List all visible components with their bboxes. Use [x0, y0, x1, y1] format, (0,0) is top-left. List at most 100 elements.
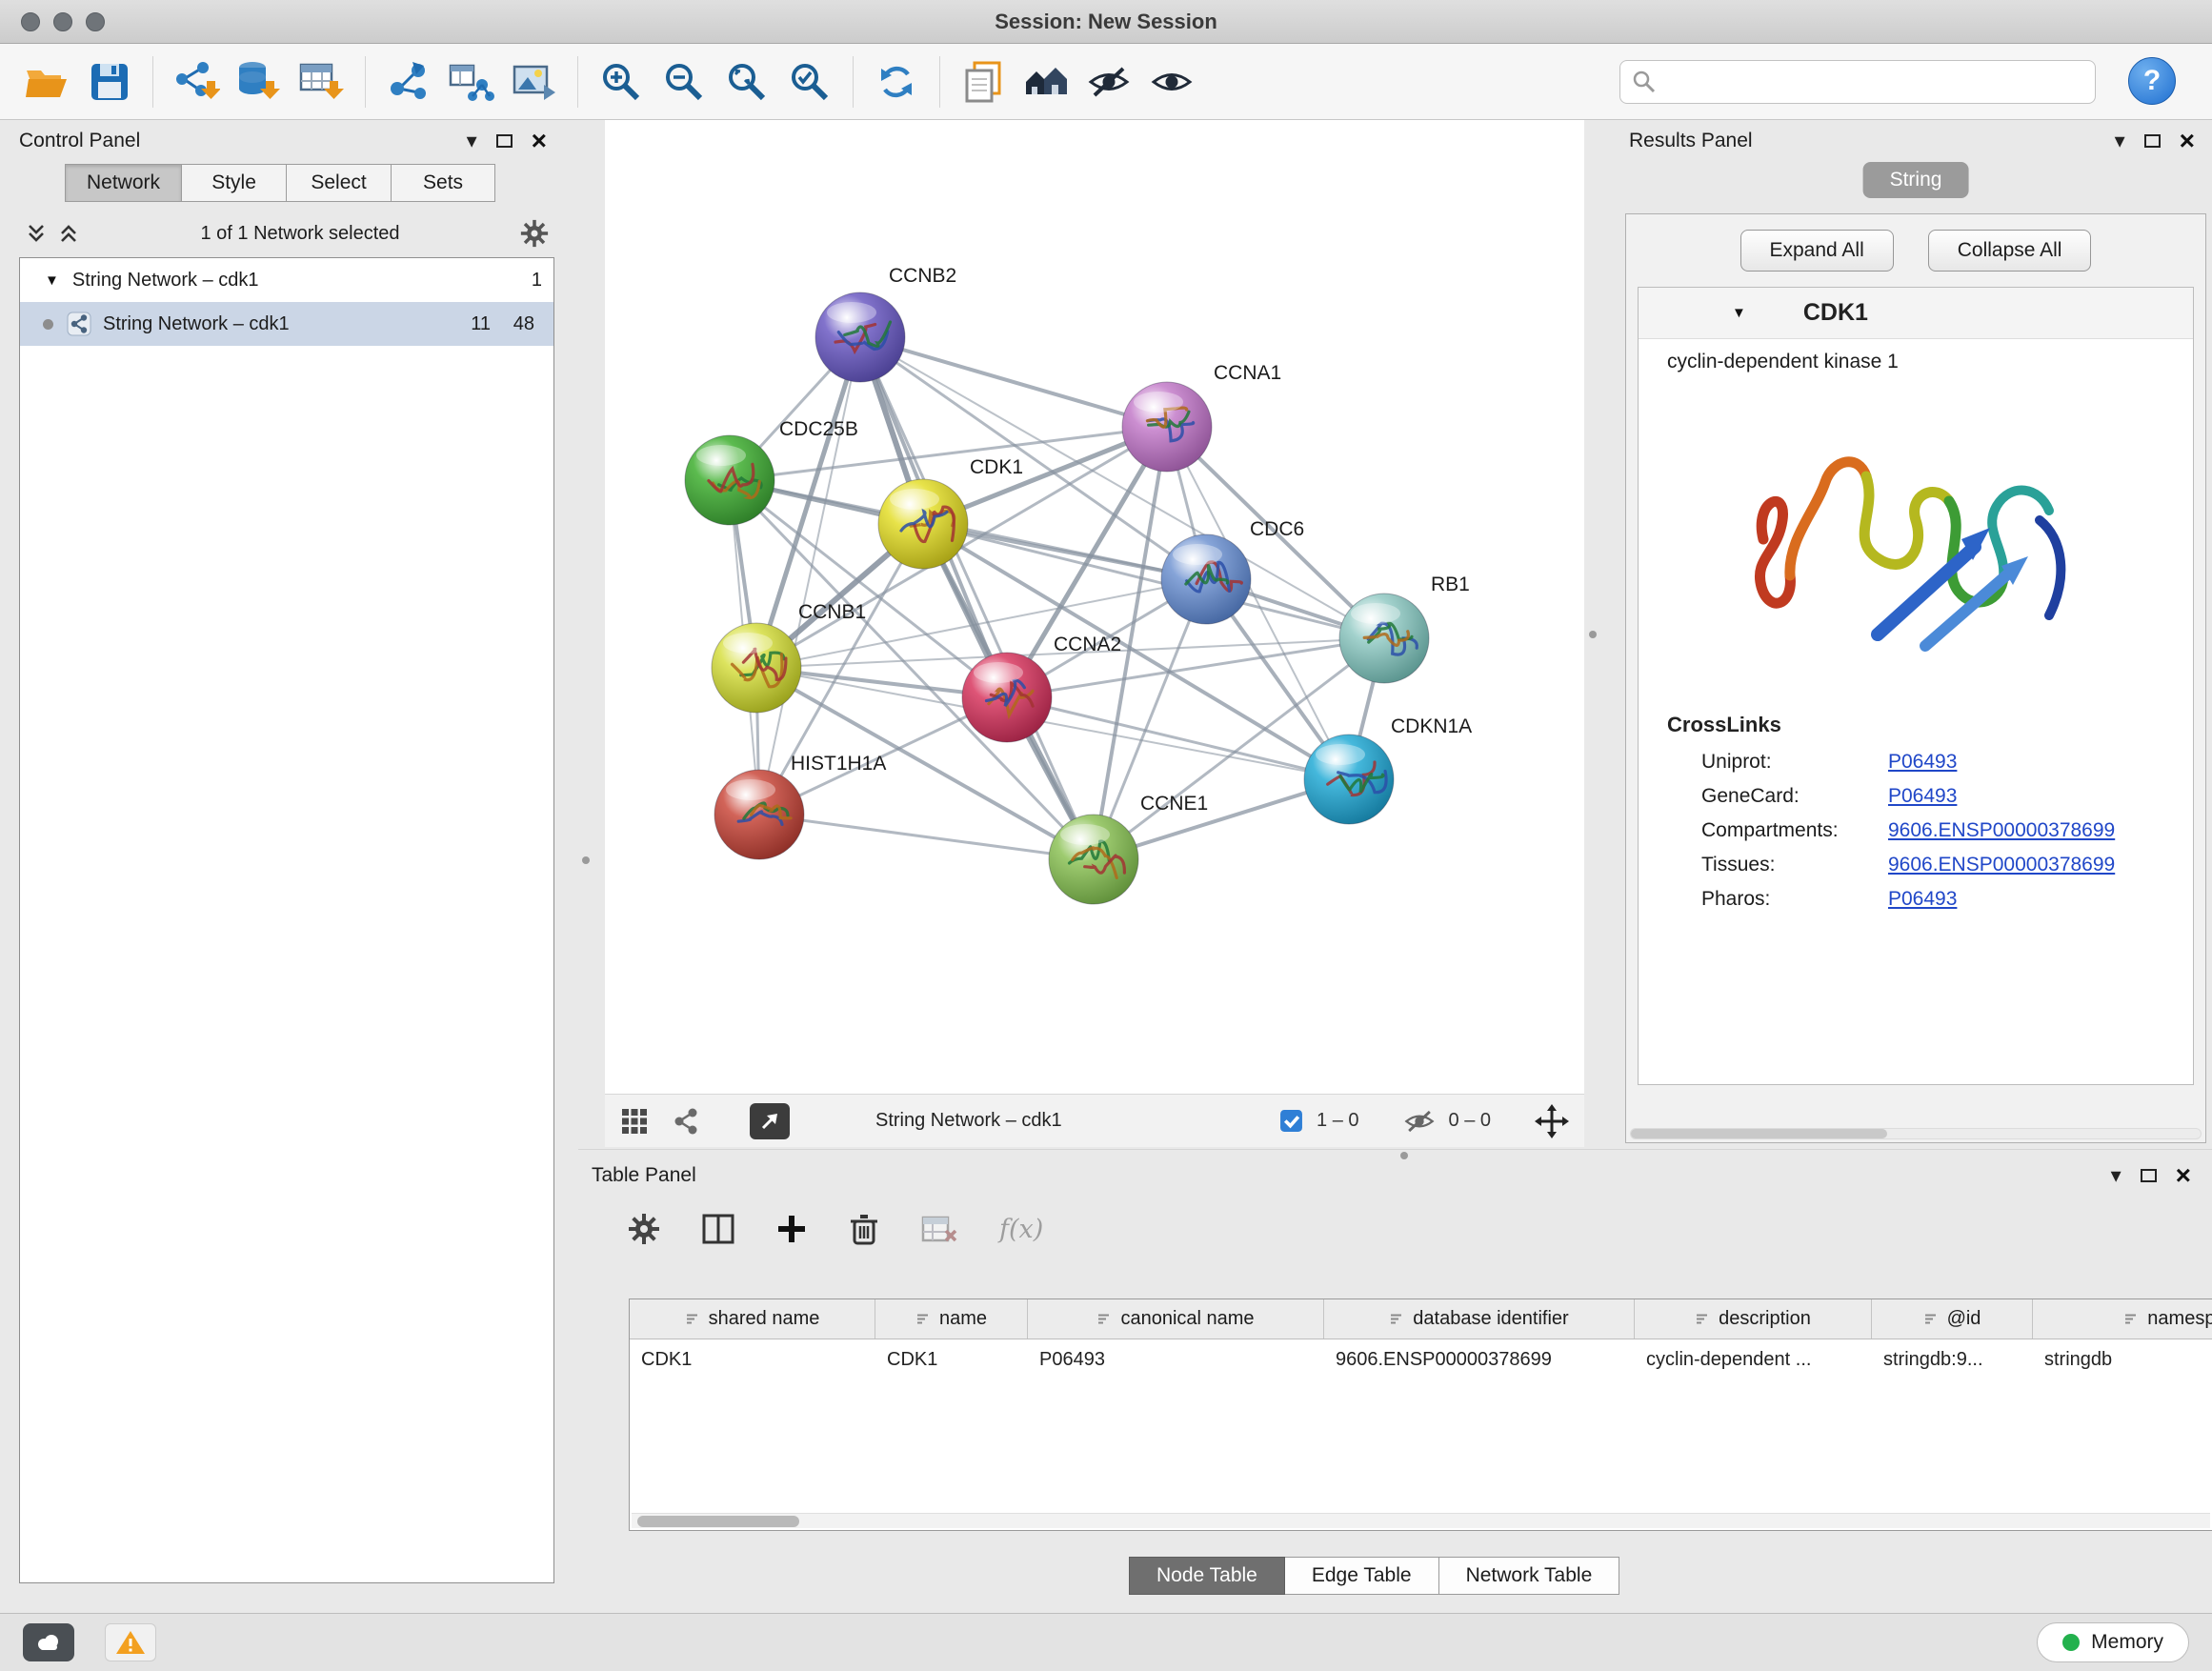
- network-view-icon[interactable]: [672, 1107, 700, 1136]
- columns-icon[interactable]: [702, 1214, 734, 1244]
- edge-CCNB2-HIST1H1A[interactable]: [759, 337, 860, 815]
- tree-expand-icon[interactable]: ▼: [45, 272, 59, 289]
- network-collection-row[interactable]: ▼ String Network – cdk1 1: [20, 258, 553, 302]
- chevron-down-icon[interactable]: ▾: [2115, 131, 2125, 151]
- node-CCNB1[interactable]: [712, 623, 801, 713]
- results-horizontal-scrollbar[interactable]: [1630, 1128, 2202, 1139]
- zoom-window-button[interactable]: [86, 12, 105, 31]
- hide-selected-eye-slash-icon[interactable]: [1082, 54, 1136, 110]
- close-panel-icon[interactable]: ×: [2180, 128, 2195, 154]
- node-CDKN1A[interactable]: [1304, 735, 1394, 824]
- import-network-file-icon[interactable]: [170, 54, 223, 110]
- help-button[interactable]: ?: [2128, 57, 2176, 105]
- column-header-description[interactable]: description: [1635, 1299, 1872, 1339]
- node-CDC25B[interactable]: [685, 435, 774, 525]
- search-box[interactable]: [1619, 60, 2096, 104]
- splitter-handle[interactable]: [1400, 1152, 1408, 1159]
- column-header-shared-name[interactable]: shared name: [630, 1299, 875, 1339]
- collapse-all-button[interactable]: Collapse All: [1928, 230, 2092, 272]
- edge-HIST1H1A-CCNE1[interactable]: [759, 815, 1094, 859]
- scrollbar-thumb[interactable]: [637, 1516, 799, 1527]
- search-input[interactable]: [1664, 71, 2083, 93]
- table-cell[interactable]: cyclin-dependent ...: [1635, 1339, 1872, 1379]
- network-graph[interactable]: CCNB2CCNA1CDC25BCDK1CDC6RB1CCNB1CCNA2CDK…: [605, 120, 1584, 1094]
- warning-button[interactable]: [105, 1623, 156, 1661]
- delete-table-icon[interactable]: [921, 1214, 957, 1244]
- import-network-database-icon[interactable]: [232, 54, 286, 110]
- crosslink-value-link[interactable]: P06493: [1888, 751, 1957, 774]
- tab-string[interactable]: String: [1863, 162, 1969, 198]
- close-panel-icon[interactable]: ×: [2176, 1162, 2191, 1189]
- close-panel-icon[interactable]: ×: [532, 128, 547, 154]
- network-row-selected[interactable]: String Network – cdk1 11 48: [20, 302, 553, 346]
- tab-network-table[interactable]: Network Table: [1439, 1557, 1620, 1595]
- export-image-icon[interactable]: [508, 54, 561, 110]
- hidden-eye-slash-icon[interactable]: [1403, 1109, 1436, 1134]
- show-all-eye-icon[interactable]: [1145, 54, 1198, 110]
- gene-card-header[interactable]: ▼ CDK1: [1639, 288, 2193, 339]
- node-CCNE1[interactable]: [1049, 815, 1138, 904]
- chevron-down-icon[interactable]: ▾: [467, 131, 477, 151]
- zoom-selected-icon[interactable]: [783, 54, 836, 110]
- import-table-file-icon[interactable]: [295, 54, 349, 110]
- splitter-handle[interactable]: [1589, 631, 1597, 638]
- column-header-@id[interactable]: @id: [1872, 1299, 2033, 1339]
- table-cell[interactable]: CDK1: [875, 1339, 1028, 1379]
- cloud-button[interactable]: [23, 1623, 74, 1661]
- table-body-row[interactable]: CDK1CDK1P064939606.ENSP00000378699cyclin…: [630, 1339, 2212, 1379]
- expand-all-chevron-icon[interactable]: [25, 223, 48, 244]
- node-CDK1[interactable]: [878, 479, 968, 569]
- tab-network[interactable]: Network: [65, 164, 181, 202]
- collapse-all-chevron-icon[interactable]: [57, 223, 80, 244]
- column-header-namespace[interactable]: namespace: [2033, 1299, 2212, 1339]
- function-builder-icon[interactable]: f(x): [999, 1215, 1043, 1244]
- float-panel-icon[interactable]: [2141, 1169, 2157, 1182]
- pan-crosshair-icon[interactable]: [1535, 1104, 1569, 1138]
- zoom-in-icon[interactable]: [594, 54, 648, 110]
- table-cell[interactable]: 9606.ENSP00000378699: [1324, 1339, 1635, 1379]
- node-CCNA1[interactable]: [1122, 382, 1212, 472]
- node-CCNA2[interactable]: [962, 653, 1052, 742]
- splitter-handle[interactable]: [582, 856, 590, 864]
- delete-trash-icon[interactable]: [849, 1212, 879, 1246]
- edge-CCNB2-CCNA1[interactable]: [860, 337, 1167, 427]
- network-canvas[interactable]: CCNB2CCNA1CDC25BCDK1CDC6RB1CCNB1CCNA2CDK…: [605, 120, 1584, 1094]
- crosslink-value-link[interactable]: 9606.ENSP00000378699: [1888, 854, 2115, 876]
- zoom-fit-icon[interactable]: [720, 54, 774, 110]
- float-panel-icon[interactable]: [2144, 134, 2161, 148]
- table-cell[interactable]: P06493: [1028, 1339, 1324, 1379]
- birds-eye-view-button[interactable]: [750, 1103, 790, 1139]
- minimize-window-button[interactable]: [53, 12, 72, 31]
- tab-edge-table[interactable]: Edge Table: [1285, 1557, 1439, 1595]
- chevron-down-icon[interactable]: ▾: [2111, 1165, 2122, 1186]
- selected-checkbox-icon[interactable]: [1279, 1109, 1303, 1133]
- node-CDC6[interactable]: [1161, 534, 1251, 624]
- add-column-plus-icon[interactable]: [776, 1214, 807, 1244]
- refresh-icon[interactable]: [870, 54, 923, 110]
- crosslink-value-link[interactable]: P06493: [1888, 785, 1957, 808]
- collapse-gene-icon[interactable]: ▼: [1732, 305, 1746, 321]
- tab-style[interactable]: Style: [181, 164, 286, 202]
- memory-button[interactable]: Memory: [2037, 1622, 2189, 1662]
- grid-view-icon[interactable]: [620, 1107, 649, 1136]
- column-header-canonical-name[interactable]: canonical name: [1028, 1299, 1324, 1339]
- table-horizontal-scrollbar[interactable]: [632, 1513, 2210, 1528]
- table-cell[interactable]: stringdb: [2033, 1339, 2212, 1379]
- tab-node-table[interactable]: Node Table: [1129, 1557, 1285, 1595]
- close-window-button[interactable]: [21, 12, 40, 31]
- table-cell[interactable]: CDK1: [630, 1339, 875, 1379]
- column-header-name[interactable]: name: [875, 1299, 1028, 1339]
- zoom-out-icon[interactable]: [657, 54, 711, 110]
- expand-all-button[interactable]: Expand All: [1740, 230, 1894, 272]
- crosslink-value-link[interactable]: P06493: [1888, 888, 1957, 911]
- tab-sets[interactable]: Sets: [391, 164, 495, 202]
- column-header-database-identifier[interactable]: database identifier: [1324, 1299, 1635, 1339]
- node-HIST1H1A[interactable]: [714, 770, 804, 859]
- gear-icon[interactable]: [520, 219, 549, 248]
- crosslink-value-link[interactable]: 9606.ENSP00000378699: [1888, 819, 2115, 842]
- node-CCNB2[interactable]: [815, 292, 905, 382]
- float-panel-icon[interactable]: [496, 134, 513, 148]
- scrollbar-thumb[interactable]: [1631, 1129, 1887, 1138]
- edge-CCNB2-CCNE1[interactable]: [860, 337, 1094, 859]
- node-RB1[interactable]: [1339, 594, 1429, 683]
